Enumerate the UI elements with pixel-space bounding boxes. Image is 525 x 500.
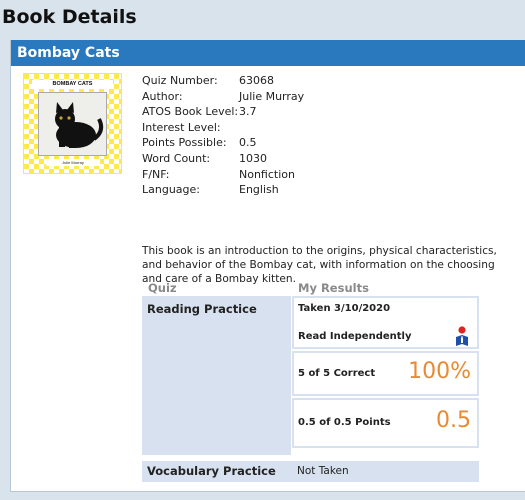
detail-atos-level: ATOS Book Level:3.7 <box>142 105 257 119</box>
cover-cat-photo <box>38 92 107 156</box>
reader-icon <box>456 326 468 346</box>
detail-fiction-nonfiction: F/NF: Nonfiction <box>142 167 295 181</box>
reading-points-card: 0.5 of 0.5 Points 0.5 <box>292 398 479 448</box>
correct-count: 5 of 5 Correct <box>298 368 376 379</box>
detail-language: Language: English <box>142 183 279 197</box>
detail-interest-level: Interest Level: <box>142 120 221 134</box>
points-score: 0.5 <box>436 408 471 433</box>
cat-illustration <box>39 93 106 155</box>
read-mode: Read Independently <box>298 331 412 342</box>
page-title: Book Details <box>2 6 137 28</box>
taken-date: Taken 3/10/2020 <box>298 303 391 314</box>
reading-practice-label: Reading Practice <box>147 302 257 316</box>
vocabulary-practice-label: Vocabulary Practice <box>147 464 276 478</box>
points-earned: 0.5 of 0.5 Points <box>298 417 391 428</box>
book-title: Bombay Cats <box>11 40 525 66</box>
reading-correct-card: 5 of 5 Correct 100% <box>292 351 479 396</box>
vocabulary-status: Not Taken <box>297 465 349 477</box>
detail-quiz-number: Quiz Number: 63068 <box>142 74 274 87</box>
quiz-column-header: Quiz <box>148 281 177 295</box>
vocabulary-practice-row: Vocabulary Practice Not Taken <box>142 461 479 482</box>
cover-title-text: BOMBAY CATS <box>32 80 113 89</box>
reading-practice-row: Reading Practice <box>142 296 291 455</box>
percent-score: 100% <box>408 359 471 384</box>
detail-points-possible: Points Possible: 0.5 <box>142 136 257 150</box>
book-details-list: Quiz Number: 63068 Author: Julie Murray AT… <box>142 73 512 198</box>
detail-word-count: Word Count: 1030 <box>142 151 267 165</box>
cover-author-text: Julie Murray <box>46 159 100 166</box>
detail-author: Author: Julie Murray <box>142 89 305 103</box>
reading-practice-status-card: Taken 3/10/2020 Read Independently <box>292 296 479 349</box>
results-column-header: My Results <box>298 281 369 295</box>
book-details-panel: Bombay Cats BOMBAY CATS Julie Murray Qui… <box>10 40 525 492</box>
book-cover-image: BOMBAY CATS Julie Murray <box>23 73 122 174</box>
